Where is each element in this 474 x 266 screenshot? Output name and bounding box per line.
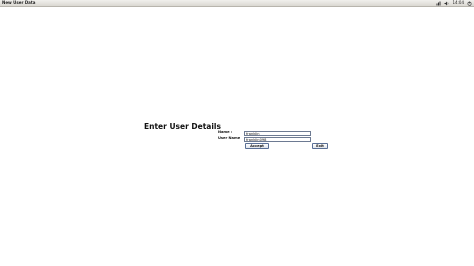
name-field[interactable] [244, 131, 311, 136]
window-title: New User Data [2, 0, 36, 5]
form-heading: Enter User Details [144, 122, 221, 131]
network-icon[interactable] [436, 1, 441, 6]
exit-button[interactable]: Exit [312, 143, 328, 149]
username-label: User Name [218, 136, 241, 140]
volume-icon[interactable] [444, 1, 449, 6]
top-panel: New User Data 14:04 [0, 0, 474, 7]
power-icon[interactable] [467, 1, 472, 6]
system-tray: 14:04 [436, 0, 472, 6]
username-field[interactable] [244, 137, 311, 142]
clock[interactable]: 14:04 [452, 0, 464, 6]
name-label: Name : [218, 130, 233, 134]
accept-button[interactable]: Accept [245, 143, 269, 149]
